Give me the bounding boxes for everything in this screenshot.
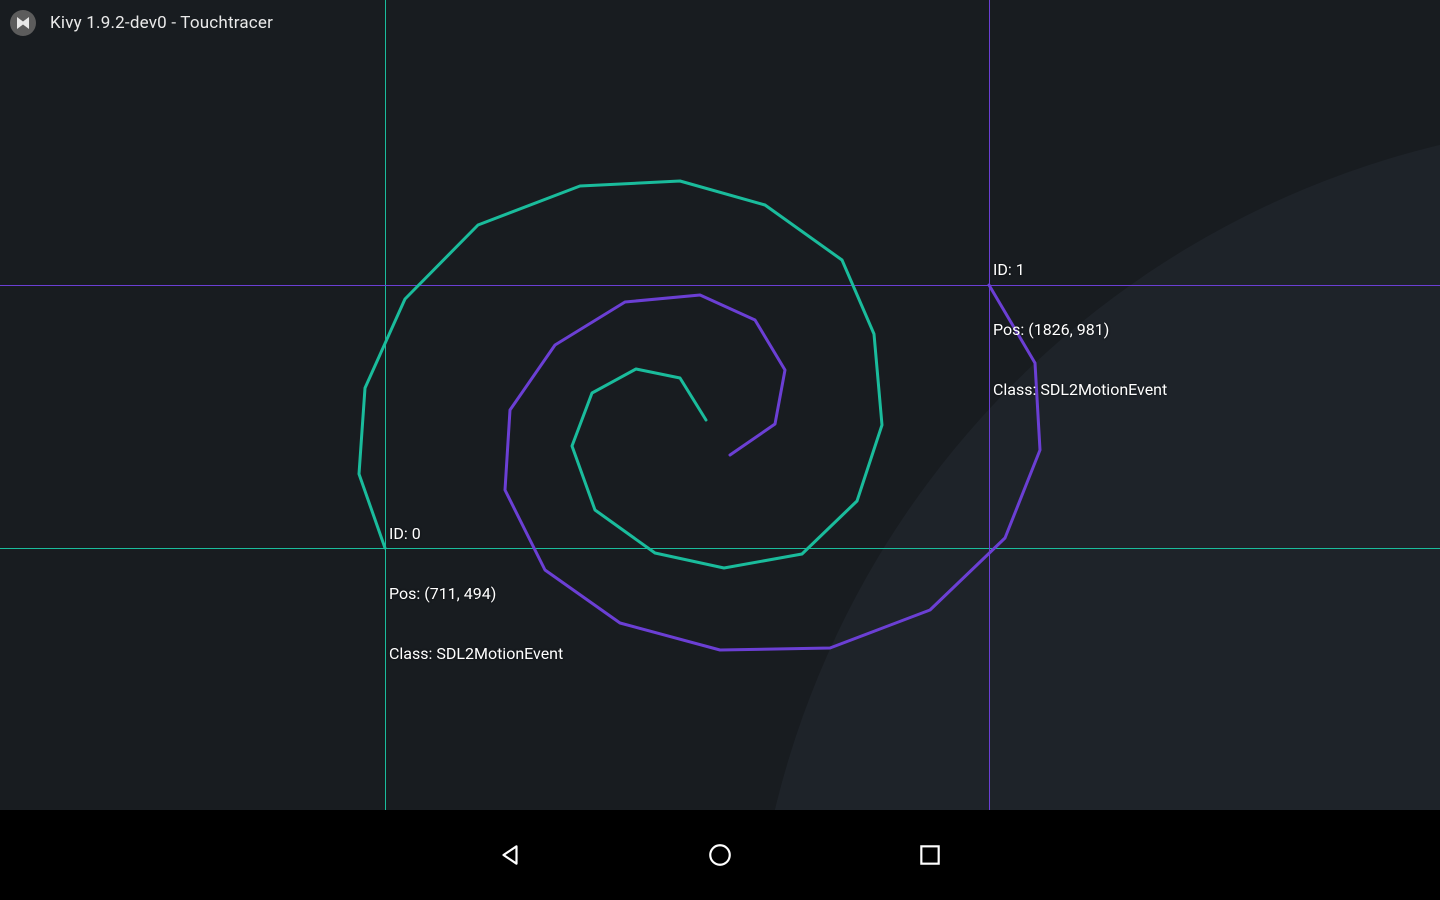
touch1-id: ID: 1 xyxy=(993,260,1167,280)
app-canvas[interactable]: Kivy 1.9.2-dev0 - Touchtracer ID: 0 Pos:… xyxy=(0,0,1440,810)
touch1-crosshair-vertical xyxy=(989,0,990,810)
touch0-crosshair-vertical xyxy=(385,0,386,810)
circle-home-icon xyxy=(707,842,733,868)
background-arc xyxy=(0,0,1440,810)
triangle-back-icon xyxy=(497,842,523,868)
touch1-pos: Pos: (1826, 981) xyxy=(993,320,1167,340)
touch1-info-label: ID: 1 Pos: (1826, 981) Class: SDL2Motion… xyxy=(993,220,1167,440)
titlebar: Kivy 1.9.2-dev0 - Touchtracer xyxy=(0,0,273,46)
nav-back-button[interactable] xyxy=(490,835,530,875)
nav-recent-button[interactable] xyxy=(910,835,950,875)
touch1-crosshair-horizontal xyxy=(0,285,1440,286)
nav-home-button[interactable] xyxy=(700,835,740,875)
device-screen: Kivy 1.9.2-dev0 - Touchtracer ID: 0 Pos:… xyxy=(0,0,1440,900)
square-recent-icon xyxy=(917,842,943,868)
touch0-pos: Pos: (711, 494) xyxy=(389,584,563,604)
touch-traces xyxy=(0,0,1440,810)
touch0-id: ID: 0 xyxy=(389,524,563,544)
touch1-class: Class: SDL2MotionEvent xyxy=(993,380,1167,400)
touch1-trace xyxy=(505,285,1040,650)
window-title: Kivy 1.9.2-dev0 - Touchtracer xyxy=(50,13,273,33)
android-navbar xyxy=(0,810,1440,900)
touch0-class: Class: SDL2MotionEvent xyxy=(389,644,563,664)
touch0-info-label: ID: 0 Pos: (711, 494) Class: SDL2MotionE… xyxy=(389,484,563,704)
kivy-logo-icon xyxy=(10,10,36,36)
touch0-crosshair-horizontal xyxy=(0,548,1440,549)
